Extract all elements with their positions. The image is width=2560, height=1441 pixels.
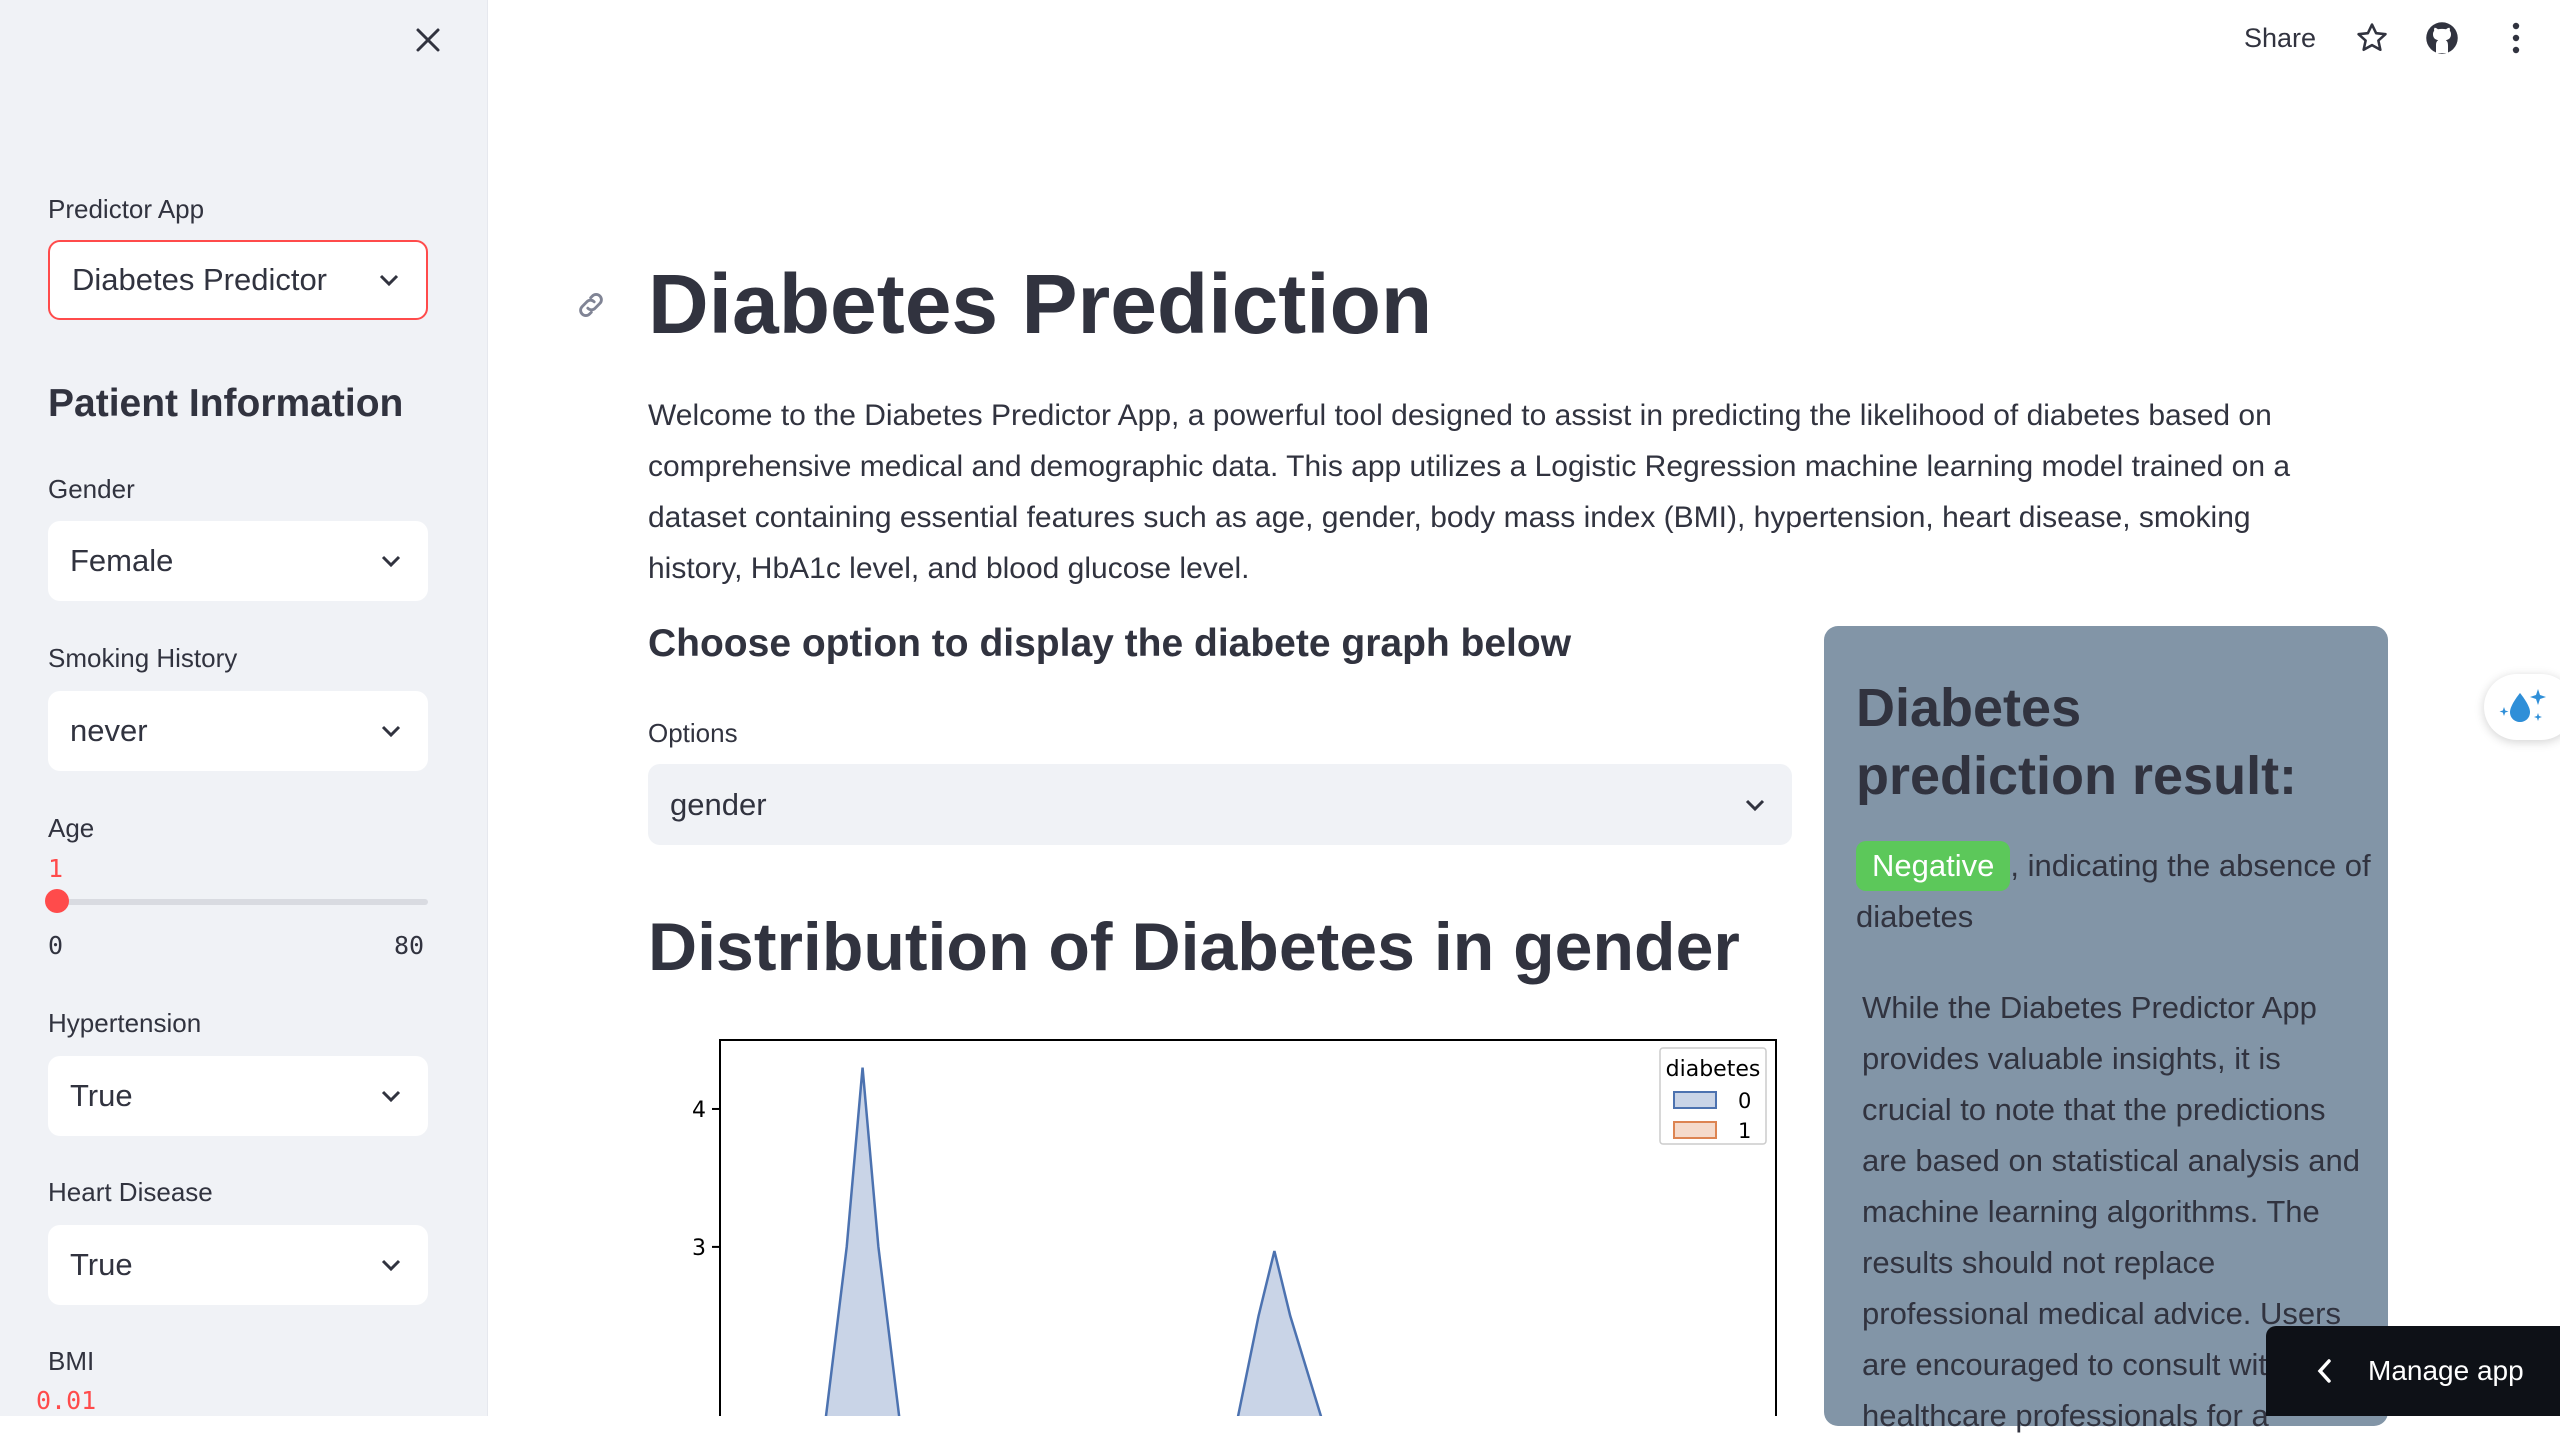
gender-value: Female <box>70 543 174 578</box>
predictor-app-label: Predictor App <box>48 194 205 224</box>
patient-information-heading: Patient Information <box>48 382 404 425</box>
close-sidebar-button[interactable] <box>410 22 446 58</box>
age-label: Age <box>48 813 95 843</box>
age-max-label: 80 <box>394 931 425 960</box>
result-title: Diabetes prediction result: <box>1856 678 2298 806</box>
y-tick-label: 4 <box>692 1098 706 1123</box>
hypertension-label: Hypertension <box>48 1008 202 1038</box>
y-tick-label: 3 <box>692 1236 706 1261</box>
share-button[interactable]: Share <box>2244 16 2316 60</box>
options-select[interactable]: gender <box>648 764 1792 845</box>
chevron-down-icon <box>381 725 401 738</box>
options-label: Options <box>648 718 738 748</box>
close-icon <box>416 28 440 52</box>
manage-app-button[interactable]: Manage app <box>2266 1326 2560 1416</box>
age-slider-thumb[interactable] <box>44 889 69 913</box>
chevron-down-icon <box>381 1259 401 1272</box>
bmi-label: BMI <box>48 1346 95 1376</box>
smoking-history-select[interactable]: never <box>48 691 428 771</box>
distribution-chart: 34 diabetes 0 1 <box>692 1039 1777 1416</box>
github-button[interactable] <box>2420 16 2464 60</box>
manage-app-label: Manage app <box>2368 1355 2524 1386</box>
series-0-area <box>824 1067 1323 1416</box>
chart-legend: diabetes 0 1 <box>1659 1047 1767 1145</box>
chevron-down-icon <box>381 555 401 568</box>
choose-option-heading: Choose option to display the diabete gra… <box>648 622 1572 665</box>
legend-swatch-0 <box>1673 1091 1717 1109</box>
gender-select[interactable]: Female <box>48 521 428 601</box>
chevron-left-icon <box>2317 1359 2331 1383</box>
age-min-label: 0 <box>48 931 64 960</box>
star-icon <box>2357 23 2387 52</box>
link-icon[interactable] <box>572 286 610 324</box>
floating-assistant-button[interactable] <box>2484 674 2560 740</box>
intro-paragraph: Welcome to the Diabetes Predictor App, a… <box>648 399 2291 585</box>
smoking-history-value: never <box>70 713 148 748</box>
gender-label: Gender <box>48 474 135 504</box>
sparkle-drop-icon <box>2499 689 2546 722</box>
predictor-app-select[interactable]: Diabetes Predictor <box>48 240 428 320</box>
heart-disease-select[interactable]: True <box>48 1225 428 1305</box>
sidebar: Predictor App Diabetes Predictor Patient… <box>0 0 488 1416</box>
star-button[interactable] <box>2350 16 2394 60</box>
legend-title: diabetes <box>1666 1057 1761 1082</box>
result-summary: Negative, indicating the absence of diab… <box>1856 840 2376 942</box>
chevron-down-icon <box>381 1090 401 1103</box>
prediction-result-card: Diabetes prediction result: Negative, in… <box>1824 626 2388 1433</box>
legend-label-1: 1 <box>1738 1119 1751 1143</box>
predictor-app-value: Diabetes Predictor <box>72 262 328 297</box>
chevron-down-icon <box>1745 799 1765 811</box>
bmi-current-value: 0.01 <box>36 1386 97 1415</box>
legend-label-0: 0 <box>1738 1089 1751 1113</box>
hypertension-select[interactable]: True <box>48 1056 428 1136</box>
legend-swatch-1 <box>1673 1121 1717 1139</box>
options-value: gender <box>670 786 767 822</box>
heart-disease-label: Heart Disease <box>48 1177 213 1207</box>
distribution-title: Distribution of Diabetes in gender <box>648 909 1740 985</box>
chart-series-group <box>824 1067 1323 1416</box>
chart-y-axis: 34 <box>692 1098 720 1261</box>
page-title: Diabetes Prediction <box>648 257 1433 351</box>
smoking-history-label: Smoking History <box>48 643 238 673</box>
hypertension-value: True <box>70 1078 133 1113</box>
chevron-down-icon <box>379 274 399 287</box>
age-current-value: 1 <box>48 854 64 883</box>
age-slider-track[interactable] <box>52 899 428 905</box>
main-menu-button[interactable] <box>2494 16 2538 60</box>
heart-disease-value: True <box>70 1247 133 1282</box>
negative-badge: Negative <box>1856 841 2011 891</box>
more-vertical-icon <box>2512 22 2520 54</box>
github-icon <box>2426 22 2458 54</box>
